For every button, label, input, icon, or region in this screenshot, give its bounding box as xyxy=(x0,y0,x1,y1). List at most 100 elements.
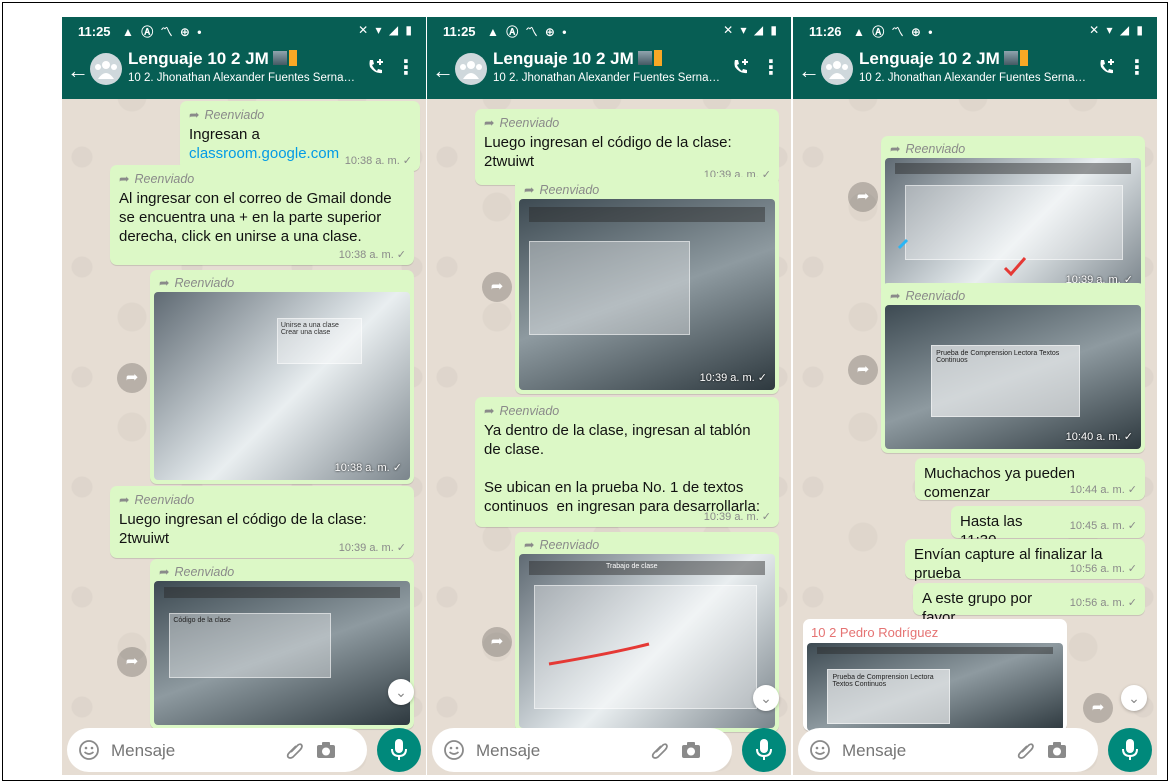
more-options-icon[interactable]: ⋮ xyxy=(396,55,416,80)
share-forward-icon[interactable]: ➦ xyxy=(848,182,878,212)
forward-arrow-icon: ➦ xyxy=(890,289,901,303)
back-arrow-icon[interactable]: ← xyxy=(67,58,89,84)
message-bubble[interactable]: ➦ Reenviado Ya dentro de la clase, ingres… xyxy=(475,397,779,527)
chat-title-text: Lenguaje 10 2 JM xyxy=(128,49,269,68)
message-time: 10:40 a. m. ✓ xyxy=(1065,431,1133,443)
photo-thumbnail[interactable]: Prueba de Comprension Lectora Textos Con… xyxy=(807,643,1063,731)
forwarded-label: ➦ Reenviado xyxy=(890,289,966,303)
add-call-icon[interactable] xyxy=(1097,57,1117,77)
share-forward-icon[interactable]: ➦ xyxy=(482,627,512,657)
message-time: 10:45 a. m. ✓ xyxy=(1069,520,1137,532)
message-bubble[interactable]: ➦ Reenviado Luego ingresan el código de l… xyxy=(110,486,414,558)
message-input[interactable] xyxy=(109,740,253,762)
chat-title[interactable]: Lenguaje 10 2 JM xyxy=(128,49,297,69)
image-message[interactable]: ➦ Reenviado 10:39 a. m. ✓ xyxy=(515,177,779,394)
forwarded-label: ➦ Reenviado xyxy=(159,565,235,579)
photo-thumbnail[interactable]: Prueba de Comprension Lectora Textos Con… xyxy=(885,305,1141,449)
more-options-icon[interactable]: ⋮ xyxy=(761,55,781,80)
mic-icon xyxy=(756,739,772,760)
sent-tick-icon: ✓ xyxy=(1127,484,1137,496)
share-forward-icon[interactable]: ➦ xyxy=(117,363,147,393)
message-bubble[interactable]: Envían capture al finalizar la prueba 10… xyxy=(905,539,1145,582)
forward-arrow-icon: ➦ xyxy=(119,172,130,186)
add-call-icon[interactable] xyxy=(731,57,751,77)
scroll-down-icon[interactable]: ⌄ xyxy=(753,685,779,711)
chat-title-text: Lenguaje 10 2 JM xyxy=(859,49,1000,68)
forwarded-label: ➦ Reenviado xyxy=(119,493,195,507)
phone-screen-3: 11:26 ▲ Ⓐ 〽 ⊕ • ✕ ▾ ◢ ▮ ← Lenguaje 10 2 … xyxy=(793,17,1157,775)
photo-thumbnail[interactable]: Trabajo de clase xyxy=(519,554,775,728)
forward-arrow-icon: ➦ xyxy=(484,116,495,130)
attach-clip-icon[interactable] xyxy=(285,740,305,760)
photo-thumbnail[interactable]: 10:39 a. m. ✓ xyxy=(885,158,1141,292)
message-bubble[interactable]: ➦ Reenviado Al ingresar con el correo de … xyxy=(110,165,414,265)
chat-title[interactable]: Lenguaje 10 2 JM xyxy=(493,49,662,69)
signal-battery-icons: ✕ ▾ ◢ ▮ xyxy=(723,23,779,37)
image-message[interactable]: ➦ Reenviado Unirse a una clase Crear una … xyxy=(150,270,414,484)
emoji-icon[interactable] xyxy=(443,739,465,761)
forwarded-label: ➦ Reenviado xyxy=(524,183,600,197)
message-bubble[interactable]: ➦ Reenviado Ingresan a classroom.google.c… xyxy=(180,101,420,171)
message-bubble[interactable]: Hasta las 11:30 10:45 a. m.✓ xyxy=(951,506,1145,549)
share-forward-icon[interactable]: ➦ xyxy=(848,355,878,385)
mic-button[interactable] xyxy=(742,728,786,772)
image-message[interactable]: ➦ Reenviado Código de la clase xyxy=(150,559,414,729)
scroll-down-icon[interactable]: ⌄ xyxy=(1121,685,1147,711)
browser-bar xyxy=(529,206,765,222)
mic-icon xyxy=(391,739,407,760)
chat-subtitle[interactable]: 10 2. Jhonathan Alexander Fuentes Sernan… xyxy=(859,72,1087,84)
back-arrow-icon[interactable]: ← xyxy=(432,58,454,84)
scroll-down-icon[interactable]: ⌄ xyxy=(388,679,414,705)
chat-title-text: Lenguaje 10 2 JM xyxy=(493,49,634,68)
message-text: Ya dentro de la clase, ingresan al tabló… xyxy=(484,422,760,515)
book-emoji-icon xyxy=(288,50,297,66)
browser-bar xyxy=(164,586,400,599)
notification-icons: ▲ Ⓐ 〽 ⊕ • xyxy=(853,25,935,39)
image-message[interactable]: ➦ Reenviado Prueba de Comprension Lectora… xyxy=(881,283,1145,453)
computer-emoji-icon xyxy=(1003,51,1018,65)
group-avatar[interactable] xyxy=(455,53,487,85)
chat-title[interactable]: Lenguaje 10 2 JM xyxy=(859,49,1028,69)
attach-clip-icon[interactable] xyxy=(1016,740,1036,760)
group-icon xyxy=(95,61,117,79)
message-text: Al ingresar con el correo de Gmail donde… xyxy=(119,190,396,245)
share-forward-icon[interactable]: ➦ xyxy=(117,647,147,677)
forwarded-label: ➦ Reenviado xyxy=(524,538,600,552)
image-message[interactable]: ➦ Reenviado 10:39 a. m. ✓ xyxy=(881,136,1145,296)
forward-arrow-icon: ➦ xyxy=(484,404,495,418)
emoji-icon[interactable] xyxy=(809,739,831,761)
message-input[interactable] xyxy=(474,740,618,762)
forward-arrow-icon: ➦ xyxy=(524,183,535,197)
app-bar: 11:25 ▲ Ⓐ 〽 ⊕ • ✕ ▾ ◢ ▮ ← Lenguaje 10 2 … xyxy=(62,17,426,99)
more-options-icon[interactable]: ⋮ xyxy=(1127,55,1147,80)
message-bubble[interactable]: ➦ Reenviado Luego ingresan el código de l… xyxy=(475,109,779,185)
mic-button[interactable] xyxy=(377,728,421,772)
add-call-icon[interactable] xyxy=(366,57,386,77)
camera-icon[interactable] xyxy=(680,740,702,760)
incoming-image-message[interactable]: 10 2 Pedro Rodríguez Prueba de Comprensi… xyxy=(803,619,1067,731)
group-avatar[interactable] xyxy=(90,53,122,85)
photo-thumbnail[interactable]: 10:39 a. m. ✓ xyxy=(519,199,775,390)
back-arrow-icon[interactable]: ← xyxy=(798,58,820,84)
status-time: 11:26 xyxy=(809,24,842,39)
photo-thumbnail[interactable]: Unirse a una clase Crear una clase 10:38… xyxy=(154,292,410,480)
classroom-link[interactable]: classroom.google.com xyxy=(189,145,339,162)
mic-button[interactable] xyxy=(1108,728,1152,772)
notification-icons: ▲ Ⓐ 〽 ⊕ • xyxy=(122,25,204,39)
photo-caption: Prueba de Comprension Lectora Textos Con… xyxy=(827,669,951,724)
message-input[interactable] xyxy=(840,740,984,762)
image-message[interactable]: ➦ Reenviado Trabajo de clase xyxy=(515,532,779,732)
share-forward-icon[interactable]: ➦ xyxy=(482,272,512,302)
message-bubble[interactable]: Muchachos ya pueden comenzar 10:44 a. m.… xyxy=(915,458,1145,501)
emoji-icon[interactable] xyxy=(78,739,100,761)
status-bar: 11:25 ▲ Ⓐ 〽 ⊕ • ✕ ▾ ◢ ▮ xyxy=(427,17,791,43)
share-forward-icon[interactable]: ➦ xyxy=(1083,693,1113,723)
message-bubble[interactable]: A este grupo por favor 10:56 a. m. ✓ xyxy=(913,583,1145,626)
attach-clip-icon[interactable] xyxy=(650,740,670,760)
chat-subtitle[interactable]: 10 2. Jhonathan Alexander Fuentes Sernan… xyxy=(128,72,356,84)
photo-thumbnail[interactable]: Código de la clase xyxy=(154,581,410,725)
chat-subtitle[interactable]: 10 2. Jhonathan Alexander Fuentes Sernan… xyxy=(493,72,721,84)
camera-icon[interactable] xyxy=(315,740,337,760)
group-avatar[interactable] xyxy=(821,53,853,85)
camera-icon[interactable] xyxy=(1046,740,1068,760)
